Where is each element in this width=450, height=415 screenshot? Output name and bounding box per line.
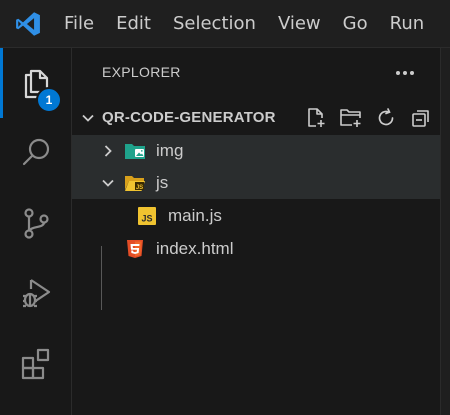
workspace-folder-header[interactable]: QR-CODE-GENERATOR bbox=[72, 104, 440, 132]
html5-file-icon bbox=[124, 239, 146, 259]
collapse-all-icon bbox=[410, 107, 432, 129]
source-control-icon bbox=[18, 205, 54, 241]
tree-item-label: index.html bbox=[156, 239, 234, 258]
activity-explorer[interactable]: 1 bbox=[0, 48, 71, 118]
activity-bar: 1 bbox=[0, 48, 72, 415]
vscode-logo-icon bbox=[4, 0, 52, 47]
chevron-down-icon bbox=[80, 110, 96, 126]
activity-run-debug[interactable] bbox=[0, 258, 71, 328]
new-file-button[interactable] bbox=[298, 104, 333, 132]
new-file-icon bbox=[305, 107, 327, 129]
new-folder-icon bbox=[339, 107, 363, 129]
explorer-badge: 1 bbox=[36, 87, 62, 113]
tree-item-js[interactable]: JS js bbox=[72, 167, 440, 199]
run-debug-icon bbox=[18, 275, 54, 311]
tree-item-label: main.js bbox=[168, 206, 222, 225]
indent-guide bbox=[101, 278, 102, 310]
js-file-icon: JS bbox=[136, 206, 158, 226]
menu-go[interactable]: Go bbox=[331, 0, 378, 47]
menu-selection[interactable]: Selection bbox=[161, 0, 266, 47]
editor-area-edge bbox=[440, 48, 450, 415]
js-file-icon-text: JS bbox=[141, 214, 152, 224]
js-folder-icon: JS bbox=[124, 173, 146, 193]
tree-item-label: img bbox=[156, 141, 184, 160]
menu-bar: File Edit Selection View Go Run bbox=[52, 0, 434, 47]
workspace-folder-name: QR-CODE-GENERATOR bbox=[102, 109, 276, 126]
new-folder-button[interactable] bbox=[333, 104, 368, 132]
search-icon bbox=[18, 135, 54, 171]
extensions-icon bbox=[18, 345, 54, 381]
more-actions-button[interactable] bbox=[390, 58, 420, 88]
tree-item-main-js[interactable]: JS main.js bbox=[72, 200, 440, 232]
chevron-down-icon bbox=[100, 175, 116, 191]
tree-item-index-html[interactable]: index.html bbox=[72, 233, 440, 265]
menu-file[interactable]: File bbox=[52, 0, 104, 47]
menu-edit[interactable]: Edit bbox=[104, 0, 161, 47]
title-bar: File Edit Selection View Go Run bbox=[0, 0, 450, 48]
collapse-folders-button[interactable] bbox=[403, 104, 438, 132]
activity-search[interactable] bbox=[0, 118, 71, 188]
chevron-right-icon bbox=[100, 143, 116, 159]
refresh-icon bbox=[375, 107, 397, 129]
explorer-title: EXPLORER bbox=[102, 64, 181, 80]
ellipsis-icon bbox=[395, 70, 415, 76]
menu-view[interactable]: View bbox=[266, 0, 331, 47]
tree-item-label: js bbox=[156, 173, 169, 192]
folder-actions bbox=[298, 104, 438, 132]
explorer-sidebar: EXPLORER QR-CODE-GENERATOR img JS js JS … bbox=[72, 48, 440, 415]
activity-source-control[interactable] bbox=[0, 188, 71, 258]
activity-extensions[interactable] bbox=[0, 328, 71, 398]
tree-item-img[interactable]: img bbox=[72, 135, 440, 167]
refresh-explorer-button[interactable] bbox=[368, 104, 403, 132]
vscode-window: File Edit Selection View Go Run 1 EXPLOR… bbox=[0, 0, 450, 415]
svg-text:JS: JS bbox=[136, 185, 143, 191]
menu-run[interactable]: Run bbox=[378, 0, 435, 47]
image-folder-icon bbox=[124, 141, 146, 161]
